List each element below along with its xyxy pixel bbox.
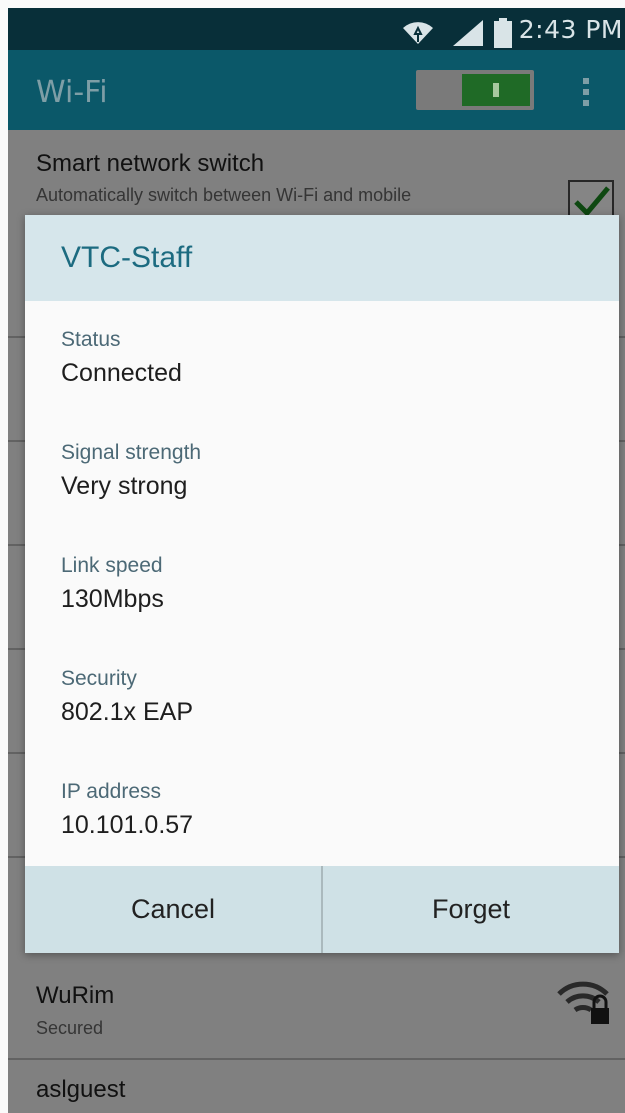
detail-label: Signal strength [61,441,202,464]
detail-label: Link speed [61,554,163,577]
app-bar: Wi-Fi [8,50,625,130]
battery-icon [494,18,512,52]
detail-link-speed: Link speed 130Mbps [61,553,164,613]
detail-label: Status [61,328,121,351]
network-details-dialog: VTC-Staff Status Connected Signal streng… [25,215,619,953]
dialog-header: VTC-Staff [25,215,619,301]
dialog-title: VTC-Staff [61,241,193,274]
status-time: 2:43 PM [518,15,623,44]
cancel-button[interactable]: Cancel [25,866,321,953]
detail-label: Security [61,667,137,690]
detail-value: 802.1x EAP [61,698,194,726]
detail-value: Very strong [61,472,188,500]
more-options-icon[interactable] [583,78,589,106]
detail-signal-strength: Signal strength Very strong [61,440,201,500]
detail-ip-address: IP address 10.101.0.57 [61,779,193,839]
page-title: Wi-Fi [36,75,108,110]
detail-label: IP address [61,780,162,803]
detail-value: 10.101.0.57 [61,811,194,839]
wifi-toggle[interactable] [416,70,534,110]
wifi-signal-icon [401,18,435,50]
status-bar: 2:43 PM [8,8,625,50]
detail-value: Connected [61,359,182,387]
cell-signal-icon [453,20,483,50]
detail-security: Security 802.1x EAP [61,666,193,726]
dialog-button-bar: Cancel Forget [25,866,619,953]
toggle-knob [462,74,530,106]
detail-status: Status Connected [61,327,182,387]
forget-button[interactable]: Forget [323,866,619,953]
detail-value: 130Mbps [61,585,164,613]
